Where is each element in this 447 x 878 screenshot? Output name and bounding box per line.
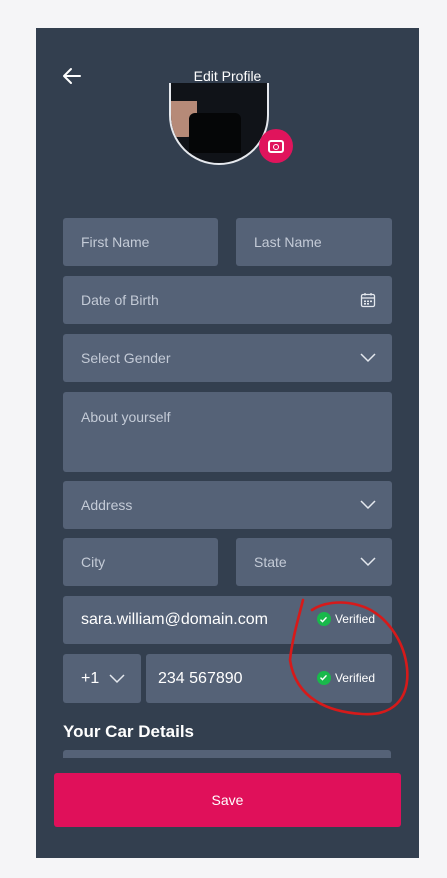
first-name-field[interactable]: First Name: [63, 218, 218, 266]
calendar-icon[interactable]: [360, 292, 376, 308]
dob-placeholder: Date of Birth: [81, 292, 159, 308]
email-field[interactable]: sara.william@domain.com Verified: [63, 596, 392, 644]
car-details-field-partial[interactable]: [63, 750, 391, 758]
city-placeholder: City: [81, 554, 106, 570]
state-select[interactable]: State: [236, 538, 392, 586]
avatar[interactable]: [169, 83, 293, 168]
last-name-field[interactable]: Last Name: [236, 218, 392, 266]
phone-verified-badge: Verified: [316, 670, 375, 685]
avatar-photo: [169, 83, 269, 165]
email-verified-badge: Verified: [316, 612, 375, 626]
phone-verified-label: Verified: [334, 670, 375, 685]
email-value: sara.william@domain.com: [81, 611, 268, 628]
gender-select[interactable]: Select Gender: [63, 334, 392, 382]
camera-icon: [268, 139, 284, 153]
chevron-down-icon: [360, 353, 376, 363]
country-code-value: +1: [81, 669, 100, 687]
phone-field[interactable]: 234 567890 Verified: [146, 654, 392, 703]
about-placeholder: About yourself: [81, 409, 171, 425]
state-placeholder: State: [254, 554, 287, 570]
chevron-down-icon: [109, 673, 125, 683]
city-field[interactable]: City: [63, 538, 218, 586]
page-title: Edit Profile: [193, 68, 262, 84]
change-photo-button[interactable]: [259, 129, 293, 163]
chevron-down-icon: [360, 557, 376, 567]
email-verified-label: Verified: [334, 612, 375, 626]
save-button[interactable]: Save: [54, 773, 401, 827]
last-name-placeholder: Last Name: [254, 234, 322, 250]
date-of-birth-field[interactable]: Date of Birth: [63, 276, 392, 324]
address-placeholder: Address: [81, 497, 133, 513]
phone-value: 234 567890: [158, 669, 243, 687]
phone-screen: Edit Profile First Name Last Name Date o…: [36, 28, 419, 858]
about-yourself-field[interactable]: About yourself: [63, 392, 392, 472]
gender-placeholder: Select Gender: [81, 350, 171, 366]
first-name-placeholder: First Name: [81, 234, 150, 250]
check-circle-icon: [316, 612, 331, 626]
chevron-down-icon: [360, 500, 376, 510]
country-code-select[interactable]: +1: [63, 654, 141, 703]
address-select[interactable]: Address: [63, 481, 392, 529]
car-details-heading: Your Car Details: [63, 722, 195, 741]
check-circle-icon: [316, 670, 331, 685]
